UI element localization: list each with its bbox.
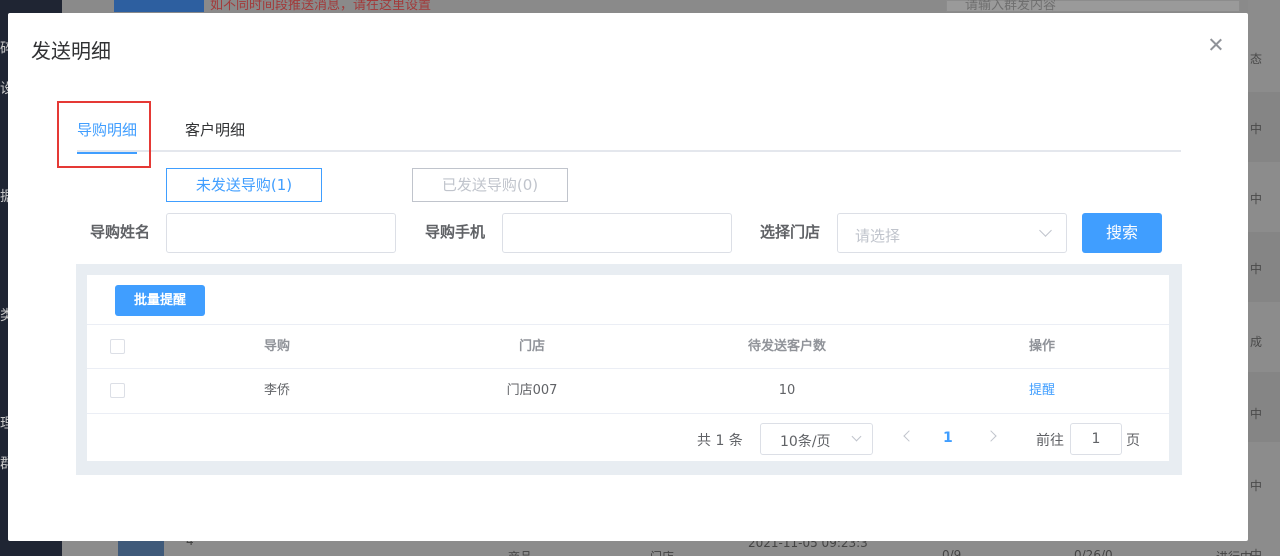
goto-page-input[interactable]	[1070, 423, 1122, 455]
status-fragment: 中	[1250, 192, 1263, 206]
background-top-input: 请输入群发内容	[946, 0, 1240, 13]
chevron-right-icon[interactable]	[987, 430, 997, 442]
header-store: 门店	[518, 339, 545, 354]
background-right-column: 态 中 中 中 成 中 中 中	[1248, 0, 1280, 556]
dialog-title: 发送明细	[31, 39, 111, 63]
page-number-current[interactable]: 1	[943, 430, 953, 446]
select-all-checkbox[interactable]	[110, 339, 125, 354]
guide-phone-label: 导购手机	[425, 223, 486, 241]
background-top-button	[114, 0, 204, 12]
store-label: 选择门店	[760, 223, 821, 241]
header-pending-count: 待发送客户数	[747, 339, 826, 354]
send-detail-dialog: 发送明细 导购明细 客户明细 未发送导购(1) 已发送导购(0) 导购姓名 导购…	[8, 13, 1248, 541]
tab-customer-detail[interactable]: 客户明细	[185, 118, 245, 152]
guide-name-label: 导购姓名	[90, 223, 151, 241]
remind-link[interactable]: 提醒	[1002, 369, 1082, 413]
guide-name-input[interactable]	[166, 213, 396, 253]
cell-guide: 李侨	[263, 383, 290, 398]
status-fragment: 中	[1250, 262, 1263, 276]
header-action: 操作	[1028, 339, 1055, 354]
header-guide: 导购	[263, 339, 290, 354]
page-size-select[interactable]: 10条/页	[760, 423, 873, 455]
tab-guide-detail[interactable]: 导购明细	[77, 118, 138, 154]
sent-guides-button[interactable]: 已发送导购(0)	[412, 168, 568, 202]
goto-label: 前往	[1036, 433, 1064, 449]
status-fragment: 态	[1250, 52, 1263, 66]
table-card: 批量提醒 导购 门店 待发送客户数 操作 李侨 门店007 10 提醒 共 1 …	[87, 275, 1169, 461]
status-fragment: 中	[1250, 479, 1263, 493]
background-input-placeholder: 请输入群发内容	[965, 0, 1057, 13]
detail-tabs: 导购明细 客户明细	[77, 118, 1181, 154]
store-select-placeholder: 请选择	[855, 227, 901, 245]
page-size-value: 10条/页	[780, 434, 831, 450]
unsent-guides-button[interactable]: 未发送导购(1)	[166, 168, 322, 202]
guide-phone-input[interactable]	[502, 213, 732, 253]
table-panel: 批量提醒 导购 门店 待发送客户数 操作 李侨 门店007 10 提醒 共 1 …	[76, 264, 1182, 475]
close-icon[interactable]	[1206, 35, 1226, 55]
store-select[interactable]: 请选择	[837, 213, 1067, 253]
status-fragment: 成	[1250, 335, 1263, 349]
chevron-down-icon	[1039, 224, 1052, 237]
cell-pending-count: 10	[778, 383, 796, 398]
table-row: 李侨 门店007 10 提醒	[87, 369, 1169, 414]
background-top-notice: 如不同时间段推送消息，请在这里设置	[210, 0, 432, 13]
status-fragment: 中	[1250, 407, 1263, 421]
chevron-left-icon[interactable]	[902, 430, 912, 442]
search-button[interactable]: 搜索	[1082, 213, 1162, 253]
table-header: 导购 门店 待发送客户数 操作	[87, 324, 1169, 369]
chevron-down-icon	[851, 431, 862, 442]
page-unit-label: 页	[1126, 433, 1140, 449]
status-fragment: 中	[1250, 122, 1263, 136]
batch-remind-button[interactable]: 批量提醒	[115, 285, 205, 316]
cell-store: 门店007	[506, 383, 558, 398]
pagination-total: 共 1 条	[697, 433, 743, 449]
pagination: 共 1 条 10条/页 1 前往 页	[87, 414, 1169, 461]
row-checkbox[interactable]	[110, 383, 125, 398]
